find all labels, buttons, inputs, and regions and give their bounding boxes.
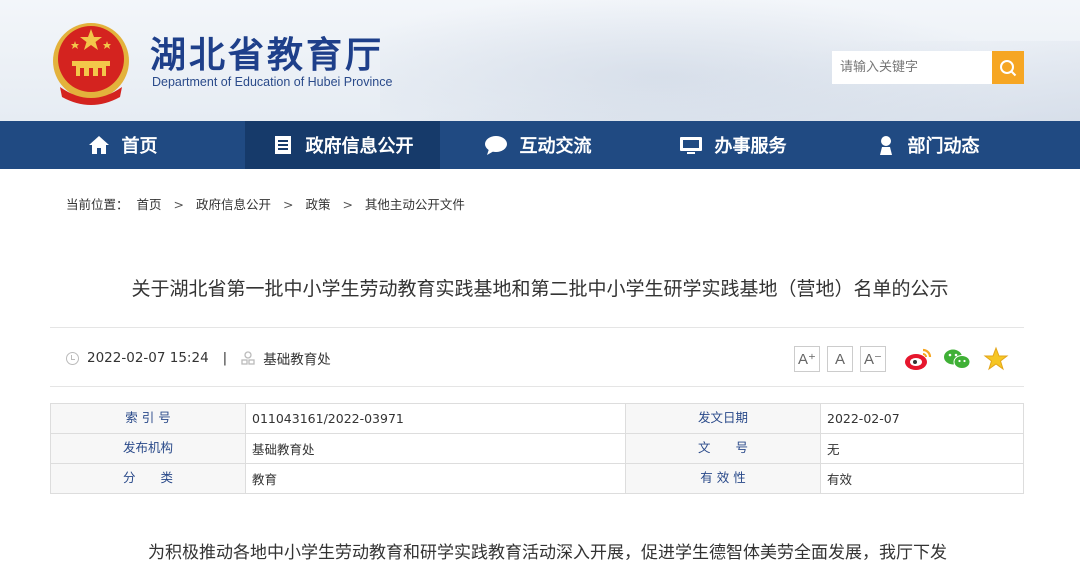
info-key: 有 效 性	[625, 463, 821, 494]
breadcrumb-separator: >	[173, 197, 184, 212]
nav-item-label: 政府信息公开	[305, 136, 414, 157]
nav-item-label: 办事服务	[714, 136, 787, 157]
search-input[interactable]	[832, 51, 992, 84]
info-value: 2022-02-07	[820, 403, 1024, 434]
document-info-table: 索 引 号 011043161/2022-03971 发文日期 2022-02-…	[50, 403, 1024, 494]
chat-icon	[484, 134, 508, 156]
search-icon	[1000, 59, 1017, 76]
site-subtitle: Department of Education of Hubei Provinc…	[152, 75, 393, 89]
breadcrumb-home[interactable]: 首页	[137, 197, 162, 212]
breadcrumb-prefix: 当前位置：	[66, 197, 129, 212]
meta-separator: |	[222, 350, 228, 366]
nav-item-news[interactable]: 部门动态	[830, 121, 1025, 169]
site-header: 湖北省教育厅 Department of Education of Hubei …	[0, 0, 1080, 121]
info-key: 发文日期	[625, 403, 821, 434]
person-icon	[876, 134, 896, 156]
nav-item-label: 互动交流	[519, 136, 592, 157]
main-nav: 首页 政府信息公开 互动交流 办事服务 部门动态	[0, 121, 1080, 169]
info-key: 分 类	[50, 463, 246, 494]
nav-item-gov-info[interactable]: 政府信息公开	[245, 121, 440, 169]
breadcrumb-separator: >	[342, 197, 353, 212]
publish-datetime: 2022-02-07 15:24	[87, 350, 209, 366]
info-value: 有效	[820, 463, 1024, 494]
font-decrease-button[interactable]: A⁻	[860, 346, 886, 372]
info-key: 索 引 号	[50, 403, 246, 434]
nav-item-interaction[interactable]: 互动交流	[440, 121, 635, 169]
divider	[50, 327, 1024, 328]
clock-icon	[66, 351, 79, 365]
info-key: 文 号	[625, 433, 821, 464]
national-emblem-icon	[53, 23, 129, 105]
font-size-controls: A⁺ A A⁻	[794, 346, 886, 372]
wechat-icon[interactable]	[943, 345, 971, 373]
nav-item-label: 部门动态	[907, 136, 980, 157]
favorite-star-icon[interactable]	[982, 345, 1010, 373]
font-increase-button[interactable]: A⁺	[794, 346, 820, 372]
article-paragraph: 为积极推动各地中小学生劳动教育和研学实践教育活动深入开展，促进学生德智体美劳全面…	[148, 543, 947, 563]
breadcrumb-gov-info[interactable]: 政府信息公开	[196, 197, 271, 212]
nav-item-services[interactable]: 办事服务	[635, 121, 830, 169]
table-row: 分 类 教育 有 效 性 有效	[50, 463, 1024, 494]
nav-item-label: 首页	[121, 136, 158, 157]
nav-item-home[interactable]: 首页	[0, 121, 245, 169]
info-key: 发布机构	[50, 433, 246, 464]
info-value: 教育	[245, 463, 626, 494]
table-row: 索 引 号 011043161/2022-03971 发文日期 2022-02-…	[50, 403, 1024, 434]
breadcrumb-other-files[interactable]: 其他主动公开文件	[365, 197, 465, 212]
home-icon	[88, 134, 110, 156]
search-button[interactable]	[992, 51, 1024, 84]
article-title: 关于湖北省第一批中小学生劳动教育实践基地和第二批中小学生研学实践基地（营地）名单…	[131, 278, 949, 300]
search-box	[832, 51, 1024, 84]
publish-department: 基础教育处	[263, 352, 331, 368]
site-title: 湖北省教育厅	[150, 34, 385, 76]
article-meta: 2022-02-07 15:24 | 基础教育处	[66, 348, 331, 368]
breadcrumb-policy[interactable]: 政策	[305, 197, 330, 212]
document-icon	[272, 134, 294, 156]
table-row: 发布机构 基础教育处 文 号 无	[50, 433, 1024, 464]
info-value: 基础教育处	[245, 433, 626, 464]
breadcrumb-separator: >	[282, 197, 294, 212]
font-default-button[interactable]: A	[827, 346, 853, 372]
breadcrumb: 当前位置： 首页 > 政府信息公开 > 政策 > 其他主动公开文件	[66, 194, 465, 213]
share-buttons	[904, 345, 1010, 373]
divider	[50, 386, 1024, 387]
info-value: 无	[820, 433, 1024, 464]
monitor-icon	[679, 134, 703, 156]
info-value: 011043161/2022-03971	[245, 403, 626, 434]
weibo-icon[interactable]	[904, 345, 932, 373]
organization-icon	[241, 351, 255, 365]
